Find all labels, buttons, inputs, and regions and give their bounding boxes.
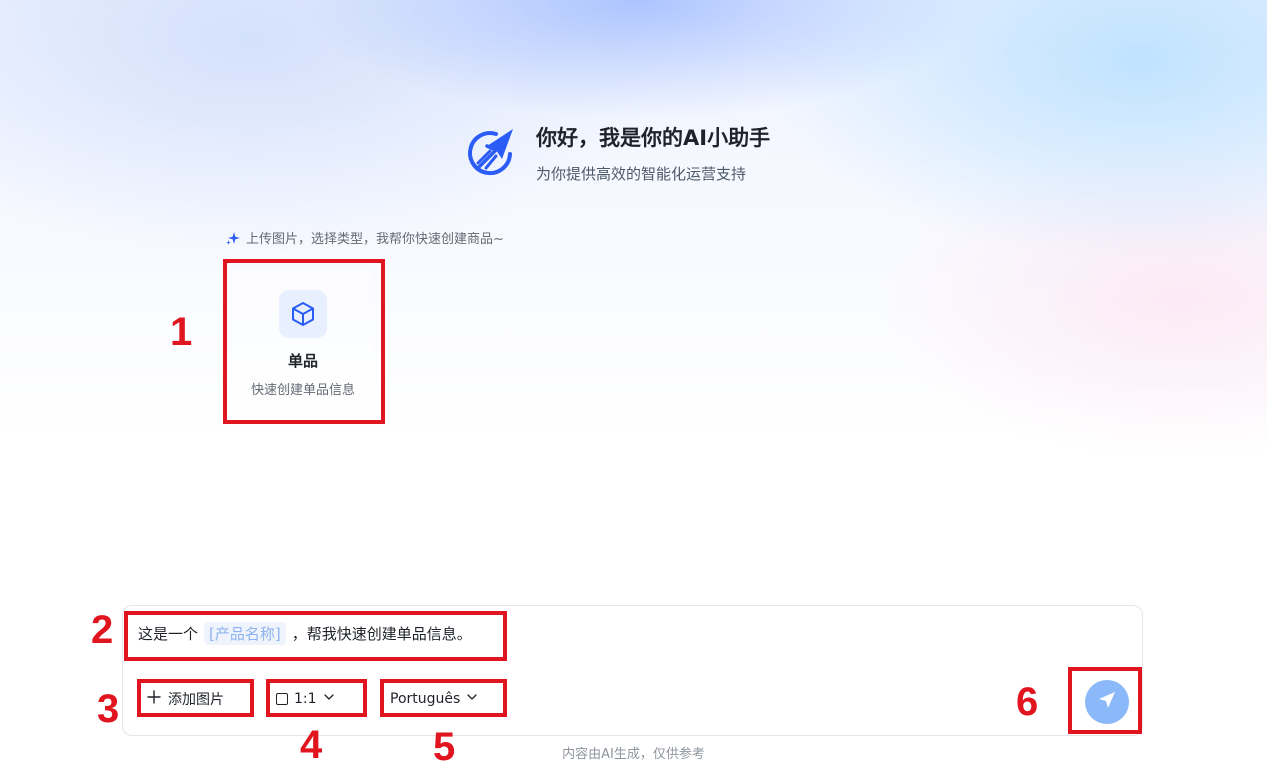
prompt-input[interactable]: 这是一个 [产品名称] ，帮我快速创建单品信息。 <box>138 622 472 645</box>
square-icon <box>276 693 288 705</box>
add-image-button[interactable]: 添加图片 <box>146 684 224 714</box>
card-title: 单品 <box>287 352 318 370</box>
annotation-number-2: 2 <box>91 608 114 652</box>
product-name-slot[interactable]: [产品名称] <box>204 622 286 645</box>
chevron-down-icon <box>323 691 335 707</box>
prompt-suffix: ，帮我快速创建单品信息。 <box>291 625 472 643</box>
send-icon <box>1097 690 1117 714</box>
language-value: Português <box>390 691 461 707</box>
annotation-number-6: 6 <box>1016 680 1039 724</box>
add-image-label: 添加图片 <box>168 692 224 708</box>
annotation-number-3: 3 <box>97 687 120 731</box>
aspect-ratio-select[interactable]: 1:1 <box>276 684 335 714</box>
prompt-prefix: 这是一个 <box>138 625 199 643</box>
card-description: 快速创建单品信息 <box>250 383 355 398</box>
ai-disclaimer: 内容由AI生成，仅供参考 <box>562 747 705 762</box>
aspect-ratio-value: 1:1 <box>294 691 317 707</box>
chevron-down-icon <box>466 691 478 707</box>
single-product-card[interactable]: 单品 快速创建单品信息 <box>232 268 374 414</box>
annotation-number-1: 1 <box>170 310 193 354</box>
plus-icon <box>146 689 162 709</box>
annotation-number-4: 4 <box>300 723 323 767</box>
greeting-title: 你好，我是你的AI小助手 <box>536 126 771 150</box>
upload-hint-text: 上传图片，选择类型，我帮你快速创建商品~ <box>246 232 504 247</box>
greeting-subtitle: 为你提供高效的智能化运营支持 <box>536 165 747 183</box>
send-button[interactable] <box>1085 680 1129 724</box>
language-select[interactable]: Português <box>390 684 478 714</box>
sparkle-icon <box>226 231 240 245</box>
annotation-number-5: 5 <box>433 725 456 769</box>
upload-hint: 上传图片，选择类型，我帮你快速创建商品~ <box>226 228 504 247</box>
assistant-logo-icon <box>466 126 518 176</box>
cube-icon <box>279 290 327 338</box>
